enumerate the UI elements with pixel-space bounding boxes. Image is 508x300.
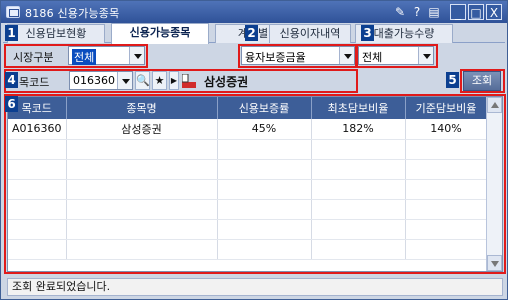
highlight-box-4 bbox=[4, 69, 358, 93]
app-window: 8186 신용가능종목 ✎ ? ▤ _ □ X 신용담보현황 신용가능종목 계좌… bbox=[0, 0, 508, 300]
badge-6: 6 bbox=[5, 96, 18, 112]
highlight-box-1 bbox=[4, 44, 148, 68]
close-button[interactable]: X bbox=[486, 4, 502, 20]
help-icon[interactable]: ? bbox=[411, 4, 423, 20]
tab-credit-collateral[interactable]: 신용담보현황 bbox=[7, 24, 105, 43]
badge-5: 5 bbox=[446, 72, 459, 88]
badge-2: 2 bbox=[245, 25, 258, 41]
badge-4: 4 bbox=[5, 72, 18, 88]
maximize-button[interactable]: □ bbox=[468, 4, 484, 20]
tab-credit-stocks[interactable]: 신용가능종목 bbox=[111, 23, 209, 44]
badge-3: 3 bbox=[361, 25, 374, 41]
status-bar: 조회 완료되었습니다. bbox=[7, 278, 503, 296]
minimize-button[interactable]: _ bbox=[450, 4, 466, 20]
badge-1: 1 bbox=[5, 25, 18, 41]
highlight-box-3 bbox=[356, 44, 438, 68]
window-title: 8186 신용가능종목 bbox=[25, 7, 120, 20]
highlight-box-6 bbox=[4, 94, 506, 274]
highlight-box-5 bbox=[460, 69, 505, 93]
menu-icon[interactable]: ▤ bbox=[426, 4, 442, 20]
pin-icon[interactable]: ✎ bbox=[393, 4, 407, 20]
tab-credit-interest[interactable]: 신용이자내역 bbox=[269, 24, 351, 43]
app-icon bbox=[6, 6, 20, 18]
title-bar: 8186 신용가능종목 ✎ ? ▤ _ □ X bbox=[1, 1, 507, 23]
highlight-box-2 bbox=[238, 44, 357, 68]
